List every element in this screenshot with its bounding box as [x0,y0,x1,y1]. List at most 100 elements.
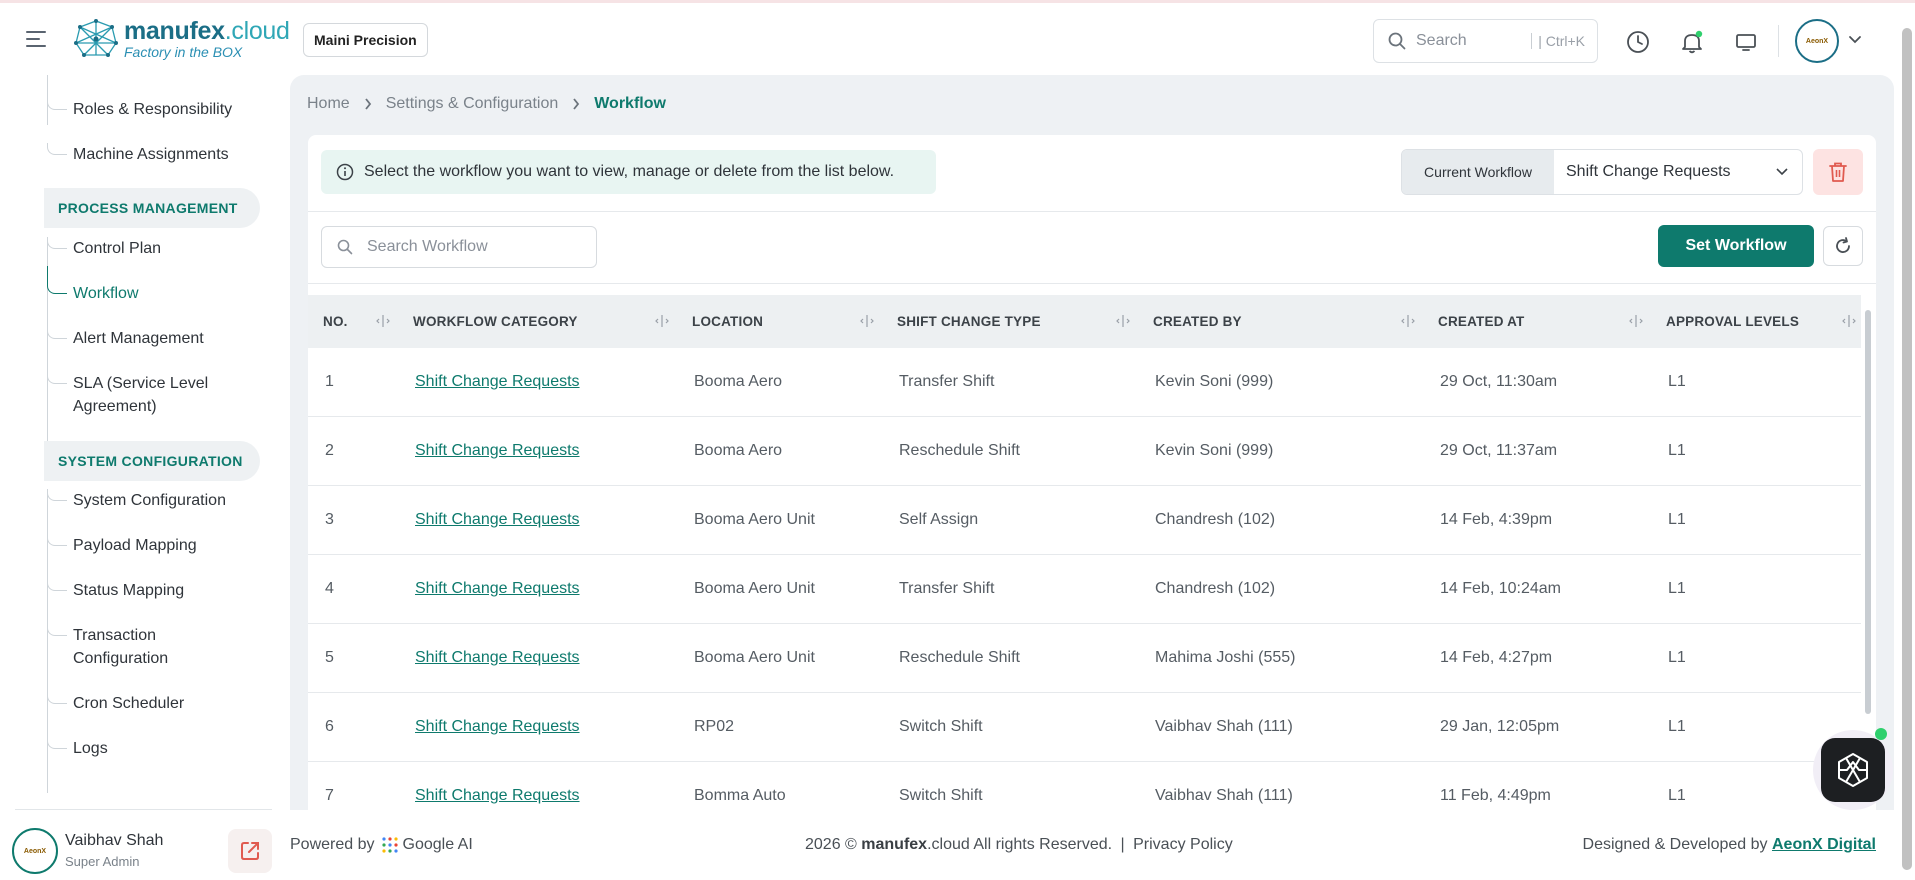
table-row[interactable]: 3 Shift Change Requests Booma Aero Unit … [308,486,1861,555]
cell-workflow-category-link[interactable]: Shift Change Requests [415,417,580,485]
section-process-management[interactable]: PROCESS MANAGEMENT [44,188,260,228]
bell-icon[interactable] [1679,29,1705,55]
monitor-icon[interactable] [1733,29,1759,55]
sidebar-item-cron-scheduler[interactable]: Cron Scheduler [47,692,184,715]
cell-created-by: Kevin Soni (999) [1155,442,1274,459]
section-system-configuration[interactable]: SYSTEM CONFIGURATION [44,441,260,481]
history-icon[interactable] [1625,29,1651,55]
column-resize-icon[interactable] [1401,314,1415,328]
workflow-card: Select the workflow you want to view, ma… [308,135,1876,810]
table-row[interactable]: 1 Shift Change Requests Booma Aero Trans… [308,348,1861,417]
refresh-button[interactable] [1823,226,1863,266]
header-divider [1778,25,1779,57]
table-row[interactable]: 2 Shift Change Requests Booma Aero Resch… [308,417,1861,486]
chevron-right-icon [364,98,371,110]
sidebar-item-roles[interactable]: Roles & Responsibility [47,98,232,121]
cell-approval-levels: L1 [1668,718,1686,735]
cell-created-at: 14 Feb, 4:39pm [1440,511,1553,528]
column-header-shift-change-type[interactable]: SHIFT CHANGE TYPE [897,295,1041,348]
sidebar-item-transaction-configuration[interactable]: Transaction Configuration [47,624,213,670]
info-banner: Select the workflow you want to view, ma… [321,150,936,194]
sidebar-item-sla[interactable]: SLA (Service Level Agreement) [47,372,253,418]
column-resize-icon[interactable] [1629,314,1643,328]
cell-created-by: Chandresh (102) [1155,511,1276,528]
column-header-no[interactable]: NO. [323,295,348,348]
copyright: 2026 © manufex.cloud All rights Reserved… [805,836,1233,853]
sidebar-item-workflow[interactable]: Workflow [47,266,139,305]
cell-location: Booma Aero Unit [694,511,815,528]
cell-approval-levels: L1 [1668,649,1686,666]
external-link-button[interactable] [228,829,272,873]
cell-approval-levels: L1 [1668,787,1686,804]
breadcrumb-workflow: Workflow [594,95,666,112]
column-resize-icon[interactable] [1116,314,1130,328]
cell-workflow-category-link[interactable]: Shift Change Requests [415,348,580,416]
column-header-created-at[interactable]: CREATED AT [1438,295,1525,348]
cell-location: Booma Aero [694,442,783,459]
column-header-location[interactable]: LOCATION [692,295,763,348]
column-resize-icon[interactable] [860,314,874,328]
user-avatar-small[interactable]: AeonX [12,828,58,874]
breadcrumb: Home Settings & Configuration Workflow [307,95,666,113]
current-workflow-dropdown[interactable]: Shift Change Requests [1554,150,1802,194]
cell-created-at: 29 Oct, 11:30am [1440,373,1558,390]
workflow-search-input[interactable]: Search Workflow [321,226,597,268]
column-resize-icon[interactable] [655,314,669,328]
sidebar-item-logs[interactable]: Logs [47,737,108,760]
breadcrumb-home[interactable]: Home [307,95,350,113]
info-text: Select the workflow you want to view, ma… [364,163,895,180]
column-resize-icon[interactable] [376,314,390,328]
designed-by: Designed & Developed by AeonX Digital [1582,836,1876,853]
cell-created-by: Mahima Joshi (555) [1155,649,1296,666]
cell-no: 1 [325,373,334,390]
cell-created-at: 14 Feb, 4:27pm [1440,649,1553,666]
sidebar-item-alert-management[interactable]: Alert Management [47,327,204,350]
cell-workflow-category-link[interactable]: Shift Change Requests [415,693,580,761]
delete-workflow-button[interactable] [1813,149,1863,195]
powered-by-brand: Google AI [402,836,473,853]
table-row[interactable]: 4 Shift Change Requests Booma Aero Unit … [308,555,1861,624]
company-selector-button[interactable]: Maini Precision [303,23,428,57]
cell-workflow-category-link[interactable]: Shift Change Requests [415,555,580,623]
menu-toggle-icon[interactable] [26,31,46,47]
table-row[interactable]: 6 Shift Change Requests RP02 Switch Shif… [308,693,1861,762]
cell-no: 5 [325,649,334,666]
assistant-button[interactable] [1821,738,1885,802]
cell-workflow-category-link[interactable]: Shift Change Requests [415,486,580,554]
sidebar-item-payload-mapping[interactable]: Payload Mapping [47,534,197,557]
column-header-workflow-category[interactable]: WORKFLOW CATEGORY [413,295,578,348]
set-workflow-button[interactable]: Set Workflow [1658,225,1814,267]
brand-logo[interactable]: manufex.cloud Factory in the BOX [72,19,290,59]
table-row[interactable]: 5 Shift Change Requests Booma Aero Unit … [308,624,1861,693]
user-avatar[interactable]: AeonX [1795,19,1839,63]
search-icon [1388,32,1406,50]
cell-created-by: Vaibhav Shah (111) [1155,718,1293,735]
refresh-icon [1836,237,1850,253]
main-content: Home Settings & Configuration Workflow S… [290,75,1894,810]
sidebar-item-control-plan[interactable]: Control Plan [47,237,161,260]
designer-link[interactable]: AeonX Digital [1772,836,1876,853]
chevron-right-icon [573,98,580,110]
current-workflow-label: Current Workflow [1402,150,1554,194]
logo-mark-icon [74,19,118,57]
column-header-created-by[interactable]: CREATED BY [1153,295,1242,348]
cell-shift-change-type: Self Assign [899,511,979,528]
current-workflow-value: Shift Change Requests [1566,163,1731,180]
cell-workflow-category-link[interactable]: Shift Change Requests [415,762,580,810]
sidebar-item-system-configuration[interactable]: System Configuration [47,489,226,512]
assistant-logo-icon [1838,753,1868,787]
sidebar-item-status-mapping[interactable]: Status Mapping [47,579,184,602]
cell-workflow-category-link[interactable]: Shift Change Requests [415,624,580,692]
breadcrumb-settings[interactable]: Settings & Configuration [386,95,559,113]
global-search-box[interactable]: Search | Ctrl+K [1373,19,1598,63]
privacy-policy-link[interactable]: Privacy Policy [1133,836,1233,853]
table-scrollbar[interactable] [1865,310,1871,714]
column-resize-icon[interactable] [1842,314,1856,328]
table-row[interactable]: 7 Shift Change Requests Bomma Auto Switc… [308,762,1861,810]
cell-no: 4 [325,580,334,597]
page-scrollbar[interactable] [1902,28,1912,870]
chevron-down-icon [1776,168,1788,176]
sidebar-item-machine-assignments[interactable]: Machine Assignments [47,143,229,166]
chevron-down-icon[interactable] [1848,35,1862,45]
column-header-approval-levels[interactable]: APPROVAL LEVELS [1666,295,1799,348]
